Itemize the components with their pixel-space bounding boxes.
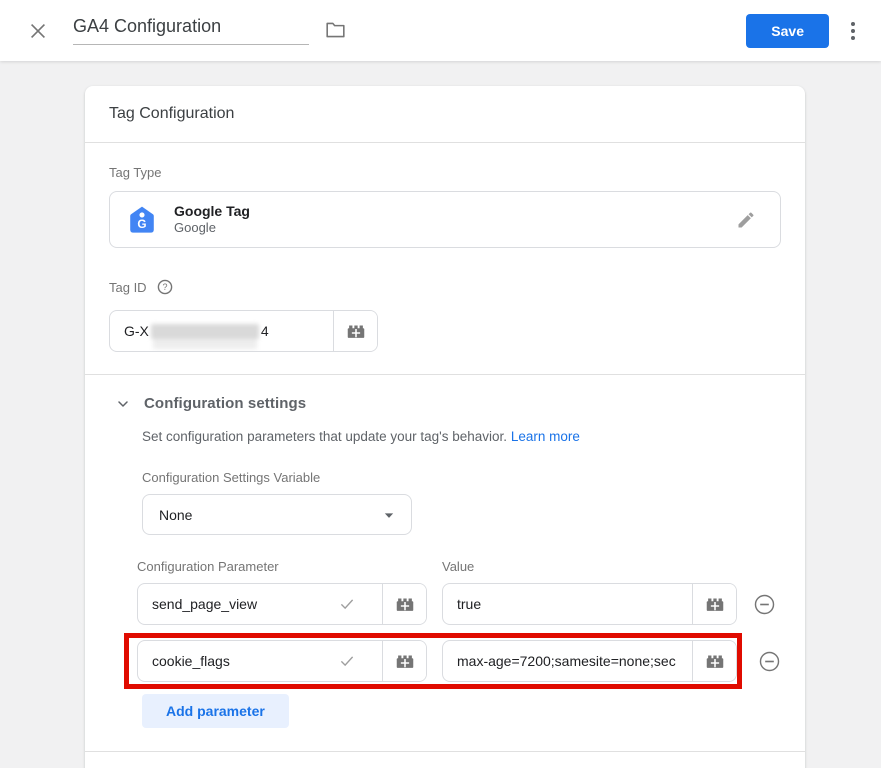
- red-highlight-annotation: cookie_flags max-age=7200;samesite=none;…: [124, 633, 742, 689]
- tag-name-input[interactable]: [73, 16, 309, 45]
- parameter-row: cookie_flags max-age=7200;samesite=none;…: [137, 633, 781, 689]
- remove-minus-circle-icon[interactable]: [756, 648, 783, 675]
- parameter-row: send_page_view true: [137, 583, 781, 625]
- redacted-blur: [151, 324, 259, 339]
- config-settings-title: Configuration settings: [144, 395, 306, 412]
- tag-id-prefix: G-X: [124, 323, 149, 339]
- close-icon[interactable]: [25, 18, 51, 44]
- top-bar: Save: [0, 0, 881, 61]
- checkmark-icon: [338, 595, 356, 613]
- tag-configuration-card: Tag Configuration Tag Type G Google Tag …: [85, 86, 805, 768]
- config-variable-select[interactable]: None: [142, 494, 412, 535]
- selected-variable: None: [159, 507, 379, 523]
- variable-brick-plus-icon[interactable]: [382, 641, 426, 681]
- param-value-text: true: [457, 596, 678, 612]
- tag-id-suffix: 4: [261, 323, 269, 339]
- param-name-input[interactable]: cookie_flags: [138, 641, 382, 681]
- parameter-table: Configuration Parameter Value send_page_…: [137, 559, 781, 728]
- save-button[interactable]: Save: [746, 14, 829, 48]
- folder-icon[interactable]: [323, 19, 348, 45]
- chevron-down-icon: [115, 396, 131, 412]
- tag-id-input[interactable]: G-X 4: [110, 311, 333, 351]
- more-vertical-icon[interactable]: [845, 18, 861, 44]
- tag-type-label: Tag Type: [109, 165, 781, 180]
- param-name-value: send_page_view: [152, 596, 338, 612]
- tag-type-card[interactable]: G Google Tag Google: [109, 191, 781, 248]
- variable-label: Configuration Settings Variable: [142, 470, 781, 485]
- variable-brick-plus-icon[interactable]: [692, 641, 736, 681]
- variable-brick-plus-icon[interactable]: [692, 584, 736, 624]
- config-settings-description: Set configuration parameters that update…: [142, 429, 781, 444]
- tag-id-group: G-X 4: [109, 310, 378, 352]
- value-column-header: Value: [442, 559, 474, 574]
- param-column-header: Configuration Parameter: [137, 559, 442, 574]
- help-icon[interactable]: ?: [155, 277, 175, 297]
- tag-type-name: Google Tag: [174, 203, 250, 220]
- config-settings-header[interactable]: Configuration settings: [85, 375, 805, 412]
- variable-brick-plus-icon[interactable]: [382, 584, 426, 624]
- checkmark-icon: [338, 652, 356, 670]
- card-title: Tag Configuration: [109, 105, 781, 123]
- remove-minus-circle-icon[interactable]: [751, 591, 778, 618]
- add-parameter-button[interactable]: Add parameter: [142, 694, 289, 728]
- param-name-input[interactable]: send_page_view: [138, 584, 382, 624]
- shared-event-settings-header[interactable]: Shared event settings: [85, 752, 805, 768]
- param-value-input[interactable]: true: [443, 584, 692, 624]
- dropdown-caret-icon: [379, 505, 399, 525]
- tag-id-label-row: Tag ID ?: [109, 277, 781, 297]
- param-value-input[interactable]: max-age=7200;samesite=none;sec: [443, 641, 692, 681]
- description-text: Set configuration parameters that update…: [142, 429, 507, 444]
- tag-id-label: Tag ID: [109, 280, 147, 295]
- edit-pencil-icon[interactable]: [734, 208, 758, 232]
- tag-type-vendor: Google: [174, 220, 250, 236]
- learn-more-link[interactable]: Learn more: [511, 429, 580, 444]
- variable-brick-plus-icon[interactable]: [333, 311, 377, 351]
- param-value-text: max-age=7200;samesite=none;sec: [457, 653, 690, 669]
- param-name-value: cookie_flags: [152, 653, 338, 669]
- google-tag-icon: G: [127, 205, 157, 235]
- svg-text:?: ?: [162, 282, 167, 292]
- svg-text:G: G: [137, 218, 146, 231]
